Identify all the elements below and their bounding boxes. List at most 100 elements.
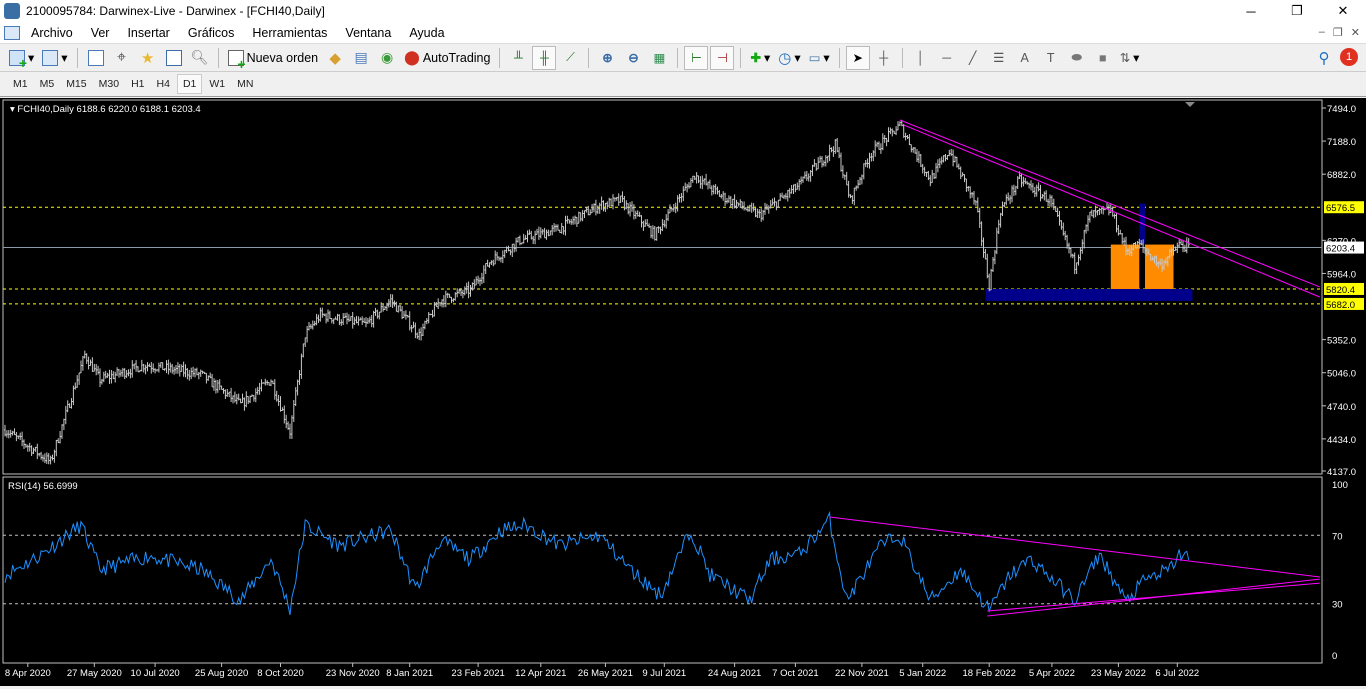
chart-window-icon[interactable] [4,25,20,40]
menu-archivo[interactable]: Archivo [22,26,82,40]
trendline-button[interactable]: ╱ [961,46,985,70]
menu-ventana[interactable]: Ventana [336,26,400,40]
auto-scroll-button[interactable]: ⊢ [684,45,709,70]
market-watch-button[interactable] [84,46,108,70]
zoom-in-button[interactable]: ⊕ [595,46,619,70]
chart-canvas[interactable]: ▾ FCHI40,Daily 6188.6 6220.0 6188.1 6203… [0,98,1366,686]
price-bar [121,367,124,377]
timeframe-d1[interactable]: D1 [176,74,203,94]
profiles-button[interactable]: ▾ [39,46,70,70]
price-bar [942,155,945,163]
price-bar [308,322,310,331]
text-label-button[interactable]: T [1039,46,1063,70]
price-bar [258,382,261,395]
price-bar [330,317,333,324]
timeframe-m15[interactable]: M15 [61,75,91,93]
price-bar [154,368,157,374]
notifications-badge[interactable]: 1 [1340,48,1358,66]
menu-insertar[interactable]: Insertar [118,26,178,40]
mdi-restore-button[interactable]: ❐ [1333,26,1343,39]
market-watch-icon [87,49,104,66]
price-bar [845,171,848,186]
price-bar [304,337,307,347]
rsi-trendline [829,516,1320,578]
menu-ver[interactable]: Ver [82,26,119,40]
minimize-button[interactable]: ─ [1228,0,1274,22]
price-bar [1119,229,1122,235]
price-bar [1028,182,1031,189]
price-bar [655,227,658,241]
new-chart-button[interactable]: + ▾ [6,46,37,70]
close-button[interactable]: ✕ [1320,0,1366,22]
bar-chart-button[interactable]: ╨ [506,46,530,70]
horizontal-line-button[interactable]: ─ [935,46,959,70]
arrows-button[interactable]: ⇅ ▾ [1117,46,1143,70]
zoom-out-button[interactable]: ⊖ [621,46,645,70]
data-window-button[interactable]: ⌖ [110,46,134,70]
timeframe-w1[interactable]: W1 [204,75,230,93]
indicators-button[interactable]: ✚ ▾ [747,46,773,70]
price-bar [21,431,24,447]
price-bar [857,179,860,189]
x-tick-label: 23 Feb 2021 [451,668,504,679]
search-button[interactable]: ⚲ [1312,46,1336,70]
price-bar [560,222,563,234]
price-bar [1113,213,1116,219]
navigator-button[interactable]: ★ [136,46,160,70]
autotrading-button[interactable]: ⬤ AutoTrading [401,46,493,70]
metaeditor-button[interactable]: ◆ [323,46,347,70]
terminal-button[interactable] [162,46,186,70]
timeframe-m30[interactable]: M30 [94,75,124,93]
crosshair-button[interactable]: ┼ [872,46,896,70]
price-bar [1183,244,1186,252]
text-button[interactable]: A [1013,46,1037,70]
price-bar [61,424,63,439]
price-bar [488,262,491,268]
price-bar [1037,182,1040,192]
templates-button[interactable]: ▭ ▾ [806,46,833,70]
price-bar [1174,246,1177,252]
price-bar [461,289,464,299]
tile-windows-button[interactable]: ▦ [647,46,671,70]
strategy-tester-button[interactable]: 🔍︎ [188,46,212,70]
price-bar [32,447,35,454]
menu-ayuda[interactable]: Ayuda [400,26,453,40]
timeframe-m5[interactable]: M5 [35,75,60,93]
timeframe-h4[interactable]: H4 [152,75,175,93]
chart-shift-button[interactable]: ⊣ [710,45,735,70]
price-bar [784,193,787,200]
price-bar [427,311,430,324]
cursor-button[interactable]: ➤ [845,45,870,70]
menu-graficos[interactable]: Gráficos [179,26,244,40]
chart-window[interactable]: ▾ FCHI40,Daily 6188.6 6220.0 6188.1 6203… [0,98,1366,686]
fibonacci-button[interactable]: ☰ [987,46,1011,70]
signals-button[interactable]: ◉ [375,46,399,70]
new-order-button[interactable]: + Nueva orden [225,46,322,71]
timeframe-m1[interactable]: M1 [8,75,33,93]
vertical-line-button[interactable]: │ [909,46,933,70]
periods-button[interactable]: ◷ ▾ [775,46,803,70]
price-bar [781,192,784,198]
app-icon [4,3,20,19]
menu-herramientas[interactable]: Herramientas [243,26,336,40]
candlestick-button[interactable]: ╫ [532,45,557,70]
price-bar [112,371,115,380]
timeframe-h1[interactable]: H1 [126,75,149,93]
rectangle-button[interactable]: ■ [1091,46,1115,70]
rsi-trendline [987,582,1320,612]
chart-title: ▾ FCHI40,Daily 6188.6 6220.0 6188.1 6203… [10,104,201,115]
timeframe-mn[interactable]: MN [232,75,258,93]
price-bar [395,301,398,312]
maximize-button[interactable]: ❐ [1274,0,1320,22]
price-bar [81,356,84,371]
price-bar [376,309,379,319]
price-bar [161,362,164,371]
ellipse-button[interactable]: ⬬ [1065,46,1089,70]
price-bar [832,146,835,157]
mdi-close-button[interactable]: ✕ [1351,26,1360,39]
vps-button[interactable]: ▤ [349,46,373,70]
mdi-minimize-button[interactable]: – [1319,26,1325,39]
line-chart-button[interactable]: ⟋ [558,46,582,70]
rectangle-object [985,289,1193,301]
price-bar [266,380,269,386]
